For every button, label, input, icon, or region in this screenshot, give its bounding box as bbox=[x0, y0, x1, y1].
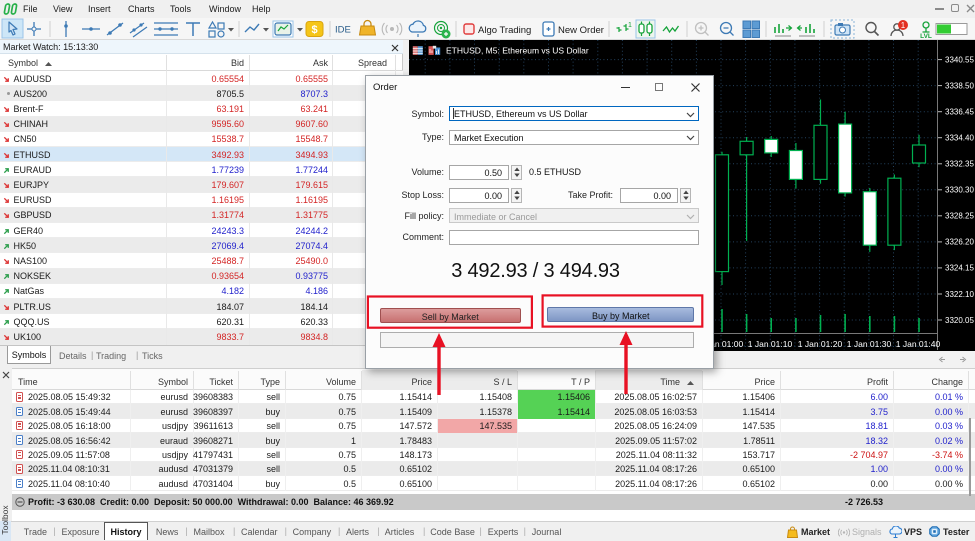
svg-text:New Order: New Order bbox=[558, 25, 604, 36]
svg-text:3332.35: 3332.35 bbox=[945, 160, 974, 169]
svg-text:3334.40: 3334.40 bbox=[945, 134, 974, 143]
svg-text:3330.30: 3330.30 bbox=[945, 186, 974, 195]
svg-text:1 Jan 01:30: 1 Jan 01:30 bbox=[847, 339, 892, 349]
svg-text:$: $ bbox=[311, 24, 317, 36]
svg-text:3324.15: 3324.15 bbox=[945, 264, 974, 273]
svg-text:3338.50: 3338.50 bbox=[945, 81, 974, 90]
svg-text:LVL: LVL bbox=[920, 33, 932, 40]
svg-text:3336.45: 3336.45 bbox=[945, 108, 974, 117]
svg-text:3322.10: 3322.10 bbox=[945, 290, 974, 299]
svg-text:3340.55: 3340.55 bbox=[945, 55, 974, 64]
svg-text:1: 1 bbox=[901, 21, 906, 30]
svg-text:Algo Trading: Algo Trading bbox=[478, 25, 531, 36]
svg-text:1: 1 bbox=[628, 22, 632, 29]
svg-text:3320.05: 3320.05 bbox=[945, 316, 974, 325]
svg-text:1 Jan 01:10: 1 Jan 01:10 bbox=[748, 339, 793, 349]
svg-text:IDE: IDE bbox=[335, 25, 351, 36]
svg-text:ETHUSD, M5: Ethereum vs US Dol: ETHUSD, M5: Ethereum vs US Dollar bbox=[446, 46, 589, 56]
svg-text:1 Jan 01:40: 1 Jan 01:40 bbox=[896, 339, 941, 349]
svg-text:3328.25: 3328.25 bbox=[945, 212, 974, 221]
svg-text:3326.20: 3326.20 bbox=[945, 238, 974, 247]
svg-text:1 Jan 01:20: 1 Jan 01:20 bbox=[798, 339, 843, 349]
